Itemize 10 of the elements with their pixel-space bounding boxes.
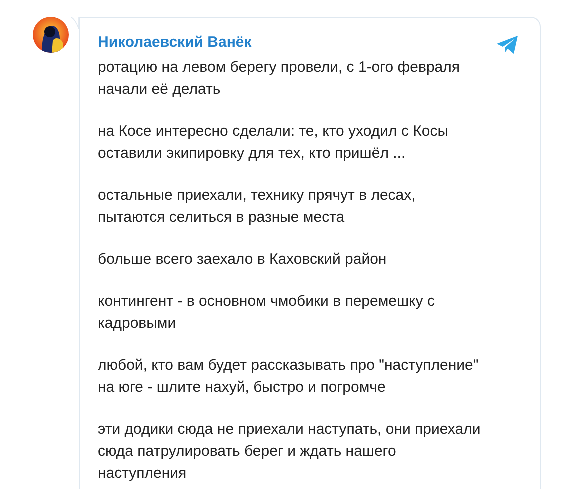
message-paragraph: контингент - в основном чмобики в перемешку с кадровыми	[98, 292, 436, 334]
channel-name[interactable]: Николаевский Ванёк	[98, 34, 252, 50]
message-paragraph: на Косе интересно сделали: те, кто уходил с Косы оставили экипировку для тех, кто пришёл ...	[98, 122, 450, 164]
paper-plane-icon[interactable]	[496, 35, 520, 55]
message-paragraph: больше всего заехало в Каховский район	[98, 250, 388, 270]
message-paragraph: любой, кто вам будет рассказывать про "наступление" на юге - шлите нахуй, быстро и погромче	[98, 356, 480, 398]
avatar-icon	[33, 17, 69, 53]
message-paragraph: эти додики сюда не приехали наступать, они приехали сюда патрулировать берег и ждать нашего наступления	[98, 420, 482, 484]
message-paragraph: остальные приехали, технику прячут в лесах, пытаются селиться в разные места	[98, 186, 417, 228]
message-paragraph: ротацию на левом берегу провели, с 1-ого февраля начали её делать	[98, 58, 462, 100]
